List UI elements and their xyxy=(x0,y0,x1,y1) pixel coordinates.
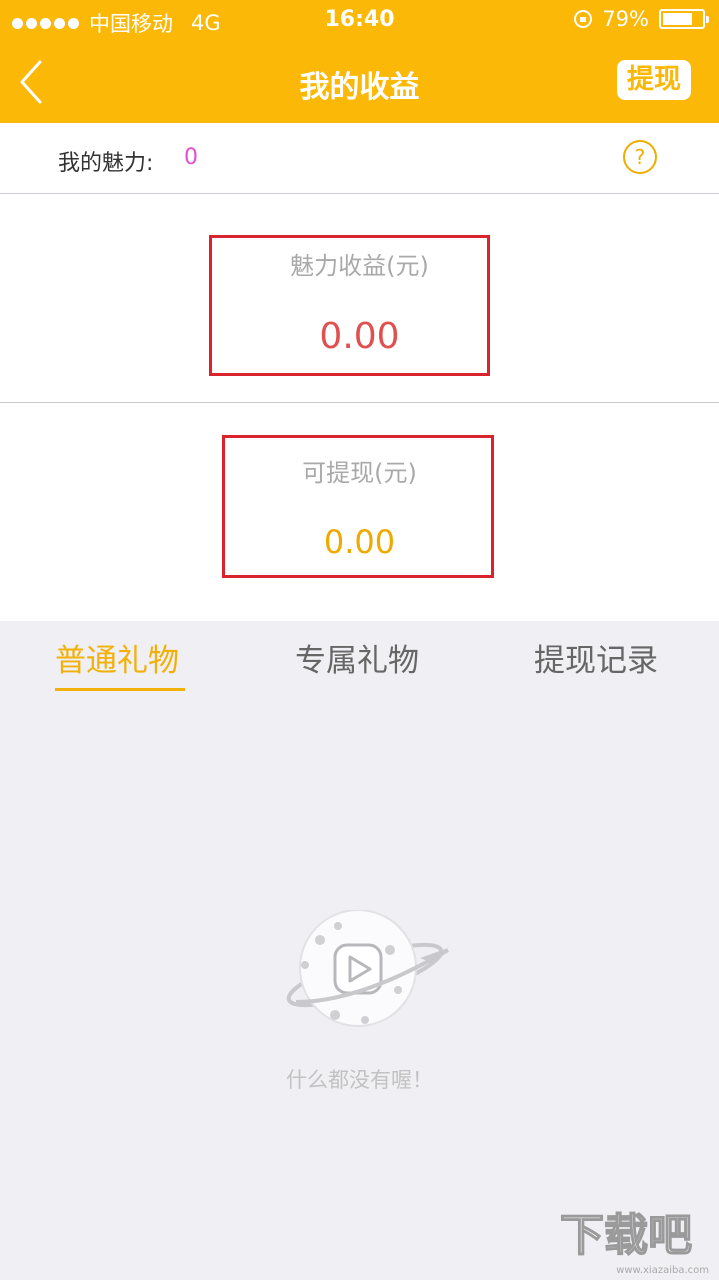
withdrawable-caption: 可提现(元) xyxy=(302,459,417,487)
watermark-logo: 下载吧 xyxy=(559,1210,693,1261)
watermark-text: 下载吧 xyxy=(560,1211,692,1260)
tab-exclusive-gifts[interactable]: 专属礼物 xyxy=(295,635,419,680)
page-title: 我的收益 xyxy=(299,70,420,105)
status-bar: 中国移动 4G 16:40 79% xyxy=(0,0,719,40)
battery-icon xyxy=(659,9,709,29)
charm-row: 我的魅力: 0 ? xyxy=(0,123,719,194)
active-tab-indicator xyxy=(55,688,185,691)
navigation-bar: 我的收益 提现 xyxy=(0,40,719,123)
withdrawable-amount: 0.00 xyxy=(323,523,396,561)
withdrawable-panel: 可提现(元) 0.00 xyxy=(0,403,719,621)
tab-withdraw-records[interactable]: 提现记录 xyxy=(534,635,658,680)
tab-regular-gifts[interactable]: 普通礼物 xyxy=(55,635,179,680)
empty-message: 什么都没有喔！ xyxy=(286,1068,433,1092)
withdraw-button[interactable]: 提现 xyxy=(617,60,691,100)
rotation-lock-icon xyxy=(574,10,593,28)
charm-value: 0 xyxy=(184,145,198,170)
charm-earnings-caption: 魅力收益(元) xyxy=(290,252,429,280)
charm-label: 我的魅力: xyxy=(58,151,154,176)
battery-percent: 79% xyxy=(602,7,649,31)
top-bar: 中国移动 4G 16:40 79% 我的收益 提现 xyxy=(0,0,719,123)
help-icon[interactable]: ? xyxy=(623,140,657,174)
empty-planet-icon xyxy=(286,910,450,1027)
charm-earnings-panel: 魅力收益(元) 0.00 xyxy=(0,194,719,403)
watermark-url: www.xiazaiba.com xyxy=(616,1265,709,1276)
charm-earnings-amount: 0.00 xyxy=(319,316,400,357)
